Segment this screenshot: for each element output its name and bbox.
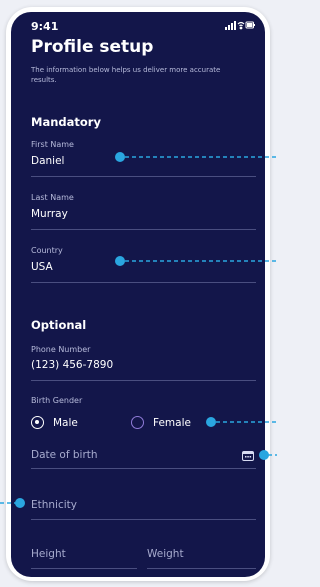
radio-male[interactable]: Male	[31, 416, 78, 429]
phone-number-label: Phone Number	[31, 345, 91, 354]
country-field[interactable]: Country USA	[31, 246, 256, 283]
page-title: Profile setup	[31, 37, 154, 57]
status-bar: 9:41	[11, 12, 265, 36]
phone-number-field[interactable]: Phone Number (123) 456-7890	[31, 345, 256, 381]
height-placeholder: Height	[31, 548, 66, 560]
radio-male-checked-icon	[31, 416, 44, 429]
height-field[interactable]: Height	[31, 548, 137, 569]
first-name-label: First Name	[31, 140, 74, 149]
last-name-label: Last Name	[31, 193, 74, 202]
section-heading-optional: Optional	[31, 318, 87, 332]
page-subtitle: The information below helps us deliver m…	[31, 66, 221, 84]
calendar-icon[interactable]	[242, 450, 254, 461]
phone-screen: 9:41 Profile setup The information below…	[11, 12, 265, 577]
date-of-birth-placeholder: Date of birth	[31, 449, 98, 461]
country-value: USA	[31, 261, 53, 273]
first-name-value: Daniel	[31, 155, 65, 167]
ethnicity-placeholder: Ethnicity	[31, 499, 77, 511]
radio-female-unchecked-icon	[131, 416, 144, 429]
date-of-birth-field[interactable]: Date of birth	[31, 448, 256, 469]
status-time: 9:41	[31, 20, 59, 33]
country-label: Country	[31, 246, 63, 255]
ethnicity-field[interactable]: Ethnicity	[31, 498, 256, 520]
weight-placeholder: Weight	[147, 548, 184, 560]
last-name-value: Murray	[31, 208, 68, 220]
battery-icon	[245, 21, 255, 29]
last-name-field[interactable]: Last Name Murray	[31, 193, 256, 230]
radio-female-label: Female	[153, 416, 191, 429]
first-name-field[interactable]: First Name Daniel	[31, 140, 256, 177]
radio-male-label: Male	[53, 416, 78, 429]
weight-field[interactable]: Weight	[147, 548, 256, 569]
radio-female[interactable]: Female	[131, 416, 191, 429]
phone-number-value: (123) 456-7890	[31, 359, 114, 371]
section-heading-mandatory: Mandatory	[31, 115, 101, 129]
signal-icon	[225, 21, 236, 30]
status-icons	[225, 21, 255, 30]
wifi-icon	[237, 21, 245, 30]
birth-gender-label: Birth Gender	[31, 396, 83, 405]
